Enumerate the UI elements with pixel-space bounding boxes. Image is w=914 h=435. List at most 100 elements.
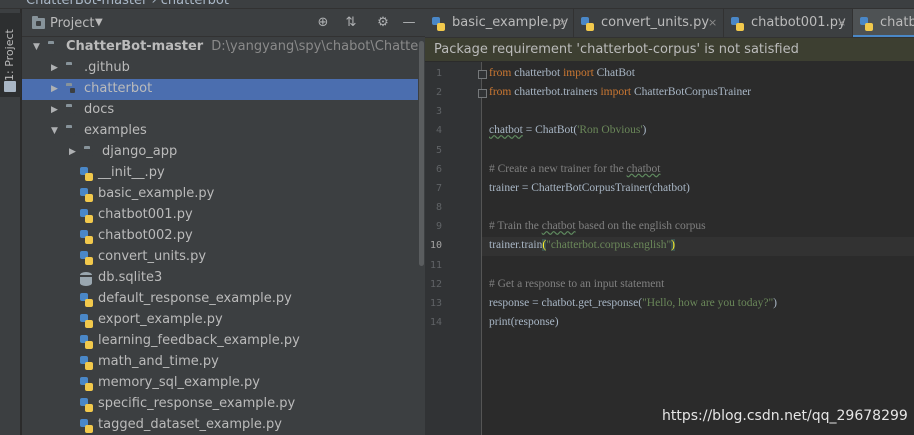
- tree-file[interactable]: learning_feedback_example.py: [22, 331, 418, 352]
- minimize-icon[interactable]: —: [400, 14, 418, 32]
- tree-item-label: learning_feedback_example.py: [98, 333, 300, 348]
- code-line: # Create a new trainer for the chatbot: [489, 162, 661, 175]
- tab-label: chatbo: [880, 15, 914, 30]
- project-tree: ▼ ChatterBot-master D:\yangyang\spy\chabot…: [22, 37, 425, 435]
- code-line: from chatterbot import ChatBot: [489, 67, 635, 79]
- expanded-arrow-icon[interactable]: ▼: [51, 126, 61, 136]
- tree-file[interactable]: math_and_time.py: [22, 352, 418, 373]
- line-number: 13: [429, 297, 442, 309]
- python-file-icon: [731, 17, 744, 31]
- line-number: 12: [429, 278, 442, 290]
- project-panel: Project ▼ ⊕ ⇅ ⚙ — ▼ ChatterBot-master D:\y…: [22, 9, 425, 435]
- tree-file[interactable]: specific_response_example.py: [22, 394, 418, 415]
- editor-tab-bar: basic_example.py × convert_units.py × chatbo…: [425, 9, 914, 38]
- collapsed-arrow-icon[interactable]: ▶: [51, 105, 61, 115]
- tree-item-label: memory_sql_example.py: [98, 375, 260, 390]
- tree-file[interactable]: chatbot002.py: [22, 226, 418, 247]
- line-number: 5: [435, 144, 442, 156]
- banner-text: Package requirement 'chatterbot-corpus' …: [434, 42, 799, 57]
- tree-item-label: export_example.py: [98, 312, 223, 327]
- code-editor[interactable]: from chatterbot import ChatBot from chatt…: [482, 62, 914, 435]
- title-bar: ChatterBot-master › chatterbot: [0, 0, 914, 9]
- tree-file[interactable]: basic_example.py: [22, 184, 418, 205]
- line-number: 2: [435, 87, 442, 99]
- tree-item-label: docs: [84, 102, 115, 117]
- close-tab-icon[interactable]: ×: [837, 16, 846, 29]
- tree-item-label: .github: [84, 60, 130, 75]
- left-tool-strip: 1: Project: [0, 9, 21, 435]
- line-number: 11: [429, 259, 442, 271]
- line-number: 10: [429, 240, 442, 252]
- editor-area: basic_example.py × convert_units.py × chatbo…: [425, 9, 914, 435]
- project-tree-scrollbar[interactable]: [418, 37, 425, 435]
- code-line: trainer = ChatterBotCorpusTrainer(chatbo…: [489, 181, 690, 194]
- tree-file[interactable]: memory_sql_example.py: [22, 373, 418, 394]
- project-tool-label: 1: Project: [3, 29, 16, 81]
- expanded-arrow-icon[interactable]: ▼: [33, 42, 43, 52]
- tree-file[interactable]: default_response_example.py: [22, 289, 418, 310]
- code-line: from chatterbot.trainers import ChatterB…: [489, 86, 752, 99]
- close-tab-icon[interactable]: ×: [708, 16, 717, 29]
- collapse-icon[interactable]: ⇅: [342, 14, 360, 32]
- tree-item-label: math_and_time.py: [98, 354, 219, 369]
- gear-icon[interactable]: ⚙: [374, 14, 392, 32]
- tree-file[interactable]: chatbot001.py: [22, 205, 418, 226]
- tree-folder-chatterbot-master[interactable]: ▼ ChatterBot-master D:\yangyang\spy\chabot…: [22, 37, 425, 58]
- caret-down-icon[interactable]: ▼: [95, 17, 103, 28]
- tree-item-label: convert_units.py: [98, 249, 207, 264]
- line-number: 4: [435, 125, 442, 137]
- editor-tab[interactable]: chatbo: [853, 9, 914, 37]
- line-number: 6: [435, 163, 442, 175]
- tree-file[interactable]: export_example.py: [22, 310, 418, 331]
- tree-item-label: chatterbot: [84, 81, 153, 96]
- tab-label: chatbot001.py: [751, 15, 846, 30]
- window-title: ChatterBot-master › chatterbot: [26, 0, 229, 8]
- tree-item-label: specific_response_example.py: [98, 396, 296, 411]
- project-path: D:\yangyang\spy\chabot\ChatterBot-master: [211, 39, 425, 54]
- line-number: 1: [435, 68, 442, 79]
- tree-folder-django-app[interactable]: ▶ django_app: [22, 142, 418, 163]
- scrollbar-thumb[interactable]: [419, 41, 424, 266]
- crosshair-icon[interactable]: ⊕: [314, 14, 332, 32]
- tree-folder-chatterbot[interactable]: ▶ chatterbot: [22, 79, 418, 100]
- tree-item-label: db.sqlite3: [98, 270, 163, 285]
- project-folder-icon: [32, 16, 45, 29]
- package-requirement-banner: Package requirement 'chatterbot-corpus' …: [425, 38, 914, 62]
- python-file-icon: [860, 17, 873, 31]
- close-tab-icon[interactable]: ×: [558, 16, 567, 29]
- code-line: response = chatbot.get_response("Hello, …: [489, 296, 777, 309]
- tree-item-label: django_app: [102, 144, 178, 159]
- folder-icon: [4, 81, 16, 92]
- tree-folder-github[interactable]: ▶ .github: [22, 58, 418, 79]
- code-line: print(response): [489, 315, 559, 328]
- collapsed-arrow-icon[interactable]: ▶: [51, 84, 61, 94]
- tree-file[interactable]: __init__.py: [22, 163, 418, 184]
- tree-file[interactable]: convert_units.py: [22, 247, 418, 268]
- line-number: 3: [435, 106, 442, 118]
- editor-tab[interactable]: convert_units.py ×: [574, 9, 724, 37]
- line-number: 7: [435, 182, 442, 194]
- editor-tab[interactable]: chatbot001.py ×: [724, 9, 853, 37]
- tree-item-label: default_response_example.py: [98, 291, 292, 306]
- tree-item-label: chatbot002.py: [98, 228, 193, 243]
- tab-label: basic_example.py: [452, 15, 569, 30]
- tree-folder-docs[interactable]: ▶ docs: [22, 100, 418, 121]
- tab-label: convert_units.py: [601, 15, 710, 30]
- tree-folder-examples[interactable]: ▼ examples: [22, 121, 418, 142]
- python-file-icon: [432, 17, 445, 31]
- code-line: chatbot = ChatBot('Ron Obvious'): [489, 124, 647, 137]
- project-tool-button[interactable]: 1: Project: [0, 13, 21, 97]
- tree-file[interactable]: tagged_dataset_example.py: [22, 415, 418, 435]
- tree-item-label: basic_example.py: [98, 186, 215, 201]
- project-panel-title[interactable]: Project: [50, 16, 94, 31]
- editor-tab[interactable]: basic_example.py ×: [425, 9, 574, 37]
- code-line: trainer.train("chatterbot.corpus.english…: [489, 239, 676, 252]
- line-number-gutter[interactable]: 1 2 3 4 5 6 7 8 9 10 11 12 13 14: [425, 62, 487, 435]
- collapsed-arrow-icon[interactable]: ▶: [69, 147, 79, 157]
- tree-file[interactable]: db.sqlite3: [22, 268, 418, 289]
- python-file-icon: [581, 17, 594, 31]
- project-panel-header: Project ▼ ⊕ ⇅ ⚙ —: [22, 9, 425, 37]
- collapsed-arrow-icon[interactable]: ▶: [51, 63, 61, 73]
- tree-item-label: __init__.py: [98, 165, 165, 180]
- line-number: 14: [429, 316, 442, 328]
